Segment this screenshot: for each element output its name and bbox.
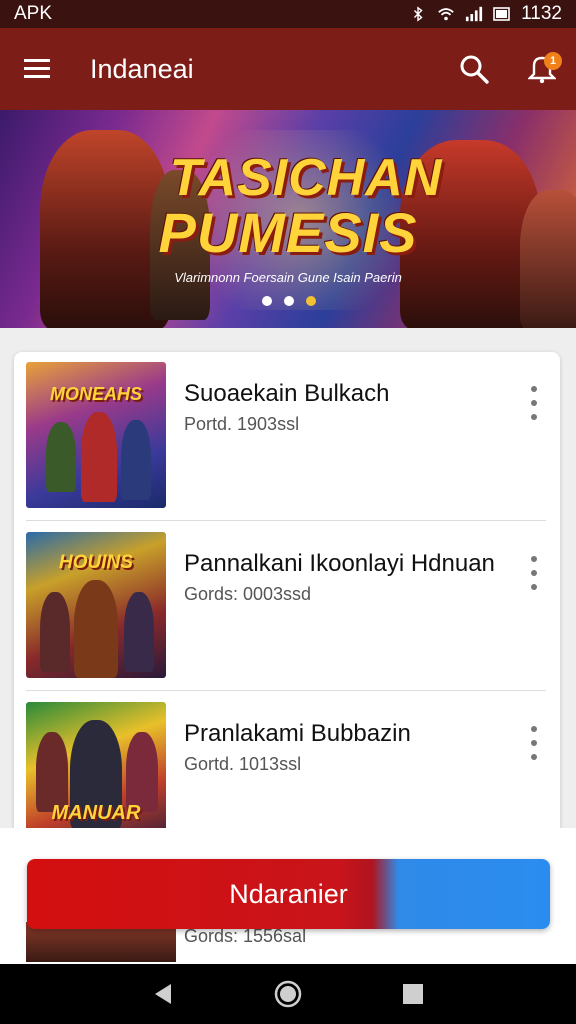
banner-tagline: Vlarimnonn Foersain Gune Isain Paerin	[174, 270, 402, 285]
back-button[interactable]	[143, 974, 183, 1014]
game-name: Pannalkani Ikoonlayi Hdnuan	[184, 550, 495, 577]
promo-banner[interactable]: TASICHAN PUMESIS Vlarimnonn Foersain Gun…	[0, 110, 576, 328]
thumb-figure	[81, 412, 117, 502]
game-subtitle: Gortd. 1013ssl	[184, 754, 302, 774]
recents-button[interactable]	[393, 974, 433, 1014]
banner-pager[interactable]	[262, 296, 316, 306]
list-item[interactable]: HOUINS Pannalkani Ikoonlayi Hdnuan Gords…	[14, 522, 560, 692]
thumb-title: MANUAR	[51, 802, 141, 824]
thumb-figure	[36, 732, 68, 812]
home-icon	[274, 980, 302, 1008]
list-item[interactable]: MONEAHS Suoaekain Bulkach Portd. 1903ssl	[14, 352, 560, 522]
signal-icon	[466, 6, 483, 22]
game-thumbnail: MONEAHS	[26, 362, 166, 508]
banner-title-line2: PUMESIS	[158, 201, 418, 264]
status-time: 1132	[521, 3, 562, 24]
search-button[interactable]	[440, 28, 508, 110]
thumb-figure	[46, 422, 76, 492]
thumb-figure	[74, 580, 118, 678]
thumb-figure	[126, 732, 158, 812]
battery-icon	[493, 7, 510, 21]
primary-cta-button[interactable]: Ndaranier	[27, 859, 550, 929]
thumb-figure	[40, 592, 70, 672]
game-thumbnail: MANUAR	[26, 702, 166, 848]
pager-dot-active[interactable]	[306, 296, 316, 306]
app-title: Indaneai	[90, 53, 194, 84]
search-icon	[460, 55, 489, 84]
recents-icon	[403, 984, 424, 1004]
thumb-figure	[124, 592, 154, 672]
thumb-figure	[121, 420, 151, 500]
wifi-icon	[438, 8, 454, 21]
peek-subtitle: Gords: 1556sal	[184, 926, 307, 946]
thumb-title: MONEAHS	[49, 384, 142, 404]
status-bar-label: APK	[14, 3, 53, 24]
status-bar: APK 1132	[0, 0, 576, 28]
game-name: Suoaekain Bulkach	[184, 380, 390, 407]
back-icon	[154, 984, 171, 1004]
bluetooth-icon	[414, 6, 423, 22]
banner-title-line1: TASICHAN	[169, 149, 443, 207]
more-options-icon[interactable]	[522, 726, 546, 760]
game-list: MONEAHS Suoaekain Bulkach Portd. 1903ssl…	[14, 352, 560, 872]
pager-dot[interactable]	[284, 296, 294, 306]
home-button[interactable]	[268, 974, 308, 1014]
app-bar: Indaneai 1	[0, 28, 576, 110]
menu-icon	[24, 59, 50, 78]
more-options-icon[interactable]	[522, 386, 546, 420]
game-subtitle: Gords: 0003ssd	[184, 584, 312, 604]
game-name: Pranlakami Bubbazin	[184, 720, 411, 747]
system-nav-bar	[0, 964, 576, 1024]
divider	[26, 690, 546, 691]
notification-button[interactable]: 1	[508, 28, 576, 110]
thumb-title: HOUINS	[59, 552, 133, 573]
divider	[26, 520, 546, 521]
more-options-icon[interactable]	[522, 556, 546, 590]
pager-dot[interactable]	[262, 296, 272, 306]
game-subtitle: Portd. 1903ssl	[184, 414, 300, 434]
notification-badge: 1	[544, 52, 562, 70]
menu-button[interactable]	[0, 28, 76, 110]
game-thumbnail: HOUINS	[26, 532, 166, 678]
